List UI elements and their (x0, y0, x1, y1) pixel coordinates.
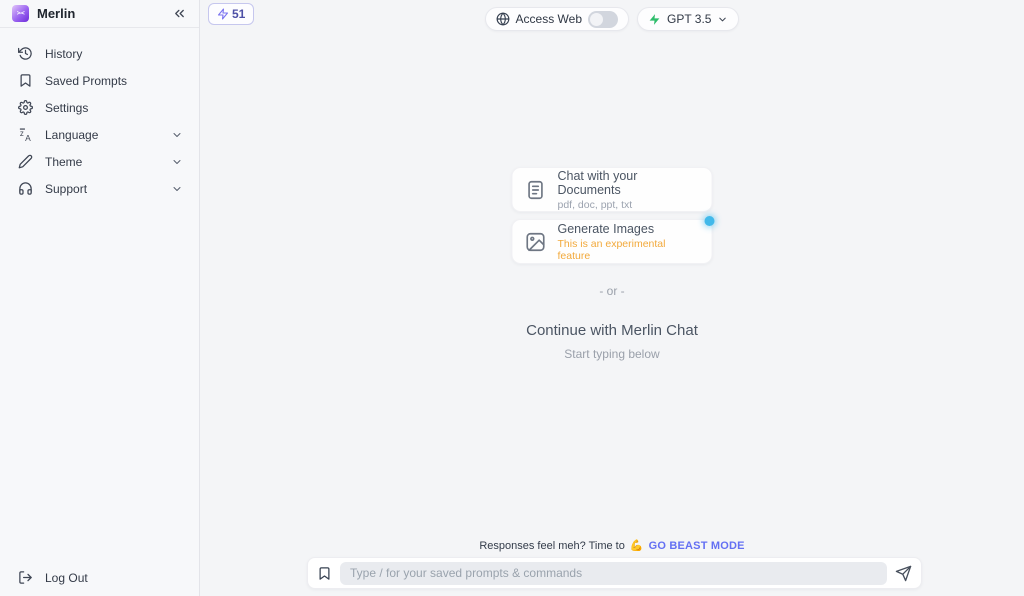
document-icon (525, 179, 547, 201)
chevron-down-icon (171, 156, 183, 168)
or-divider: - or - (200, 284, 1024, 298)
sidebar-item-label: Support (45, 182, 87, 196)
headphones-icon (18, 181, 33, 196)
sidebar-item-history[interactable]: History (0, 40, 199, 67)
access-web-toggle[interactable] (588, 11, 618, 28)
main-area: 51 Access Web GPT 3.5 Chat with you (200, 0, 1024, 596)
topbar: Access Web GPT 3.5 (200, 7, 1024, 31)
access-web-pill[interactable]: Access Web (485, 7, 629, 31)
sidebar-nav: History Saved Prompts Settings zA Langua… (0, 28, 199, 202)
continue-heading: Continue with Merlin Chat (200, 322, 1024, 339)
sidebar-item-label: Theme (45, 155, 82, 169)
new-feature-indicator-dot (705, 216, 715, 226)
merlin-logo: >-< (12, 5, 29, 22)
send-icon[interactable] (895, 565, 912, 582)
go-beast-mode-link[interactable]: GO BEAST MODE (649, 540, 745, 552)
sidebar-item-language[interactable]: zA Language (0, 121, 199, 148)
brush-icon (18, 154, 33, 169)
sidebar-item-label: Saved Prompts (45, 74, 127, 88)
card-subtitle: pdf, doc, ppt, txt (558, 199, 700, 211)
svg-text:A: A (25, 133, 31, 142)
generate-images-card[interactable]: Generate Images This is an experimental … (512, 219, 713, 264)
gear-icon (18, 100, 33, 115)
chevron-down-icon (171, 129, 183, 141)
card-subtitle: This is an experimental feature (558, 238, 700, 262)
svg-text:z: z (20, 129, 24, 138)
bookmark-icon (18, 73, 33, 88)
globe-icon (496, 12, 510, 26)
chat-input-bar (307, 557, 922, 589)
logout-icon (18, 570, 33, 585)
history-icon (18, 46, 33, 61)
beast-mode-promo: Responses feel meh? Time to 💪 GO BEAST M… (200, 539, 1024, 552)
sidebar-item-saved-prompts[interactable]: Saved Prompts (0, 67, 199, 94)
access-web-label: Access Web (516, 12, 582, 26)
sidebar-item-label: History (45, 47, 82, 61)
sidebar-item-support[interactable]: Support (0, 175, 199, 202)
model-selector[interactable]: GPT 3.5 (637, 7, 739, 31)
flexed-biceps-emoji: 💪 (630, 539, 644, 552)
sidebar: >-< Merlin History Saved Prompts Setting… (0, 0, 200, 596)
translate-icon: zA (18, 127, 33, 142)
sidebar-header: >-< Merlin (0, 0, 199, 28)
sidebar-item-theme[interactable]: Theme (0, 148, 199, 175)
chat-input[interactable] (340, 562, 887, 585)
quick-action-cards: Chat with your Documents pdf, doc, ppt, … (512, 167, 713, 271)
logout-label: Log Out (45, 571, 88, 585)
logout-button[interactable]: Log Out (18, 570, 88, 585)
card-title: Generate Images (558, 222, 700, 236)
model-label: GPT 3.5 (667, 12, 711, 26)
app-title: Merlin (37, 6, 75, 21)
continue-subheading: Start typing below (200, 347, 1024, 361)
sidebar-item-settings[interactable]: Settings (0, 94, 199, 121)
chevron-down-icon (171, 183, 183, 195)
chevron-down-icon (717, 14, 728, 25)
bookmark-icon[interactable] (317, 566, 332, 581)
collapse-sidebar-icon[interactable] (172, 6, 187, 21)
toggle-knob (590, 13, 603, 26)
sidebar-item-label: Settings (45, 101, 88, 115)
image-icon (525, 231, 547, 253)
bolt-icon (648, 13, 661, 26)
promo-text: Responses feel meh? Time to (479, 540, 625, 552)
card-title: Chat with your Documents (558, 169, 700, 197)
chat-with-documents-card[interactable]: Chat with your Documents pdf, doc, ppt, … (512, 167, 713, 212)
sidebar-item-label: Language (45, 128, 98, 142)
